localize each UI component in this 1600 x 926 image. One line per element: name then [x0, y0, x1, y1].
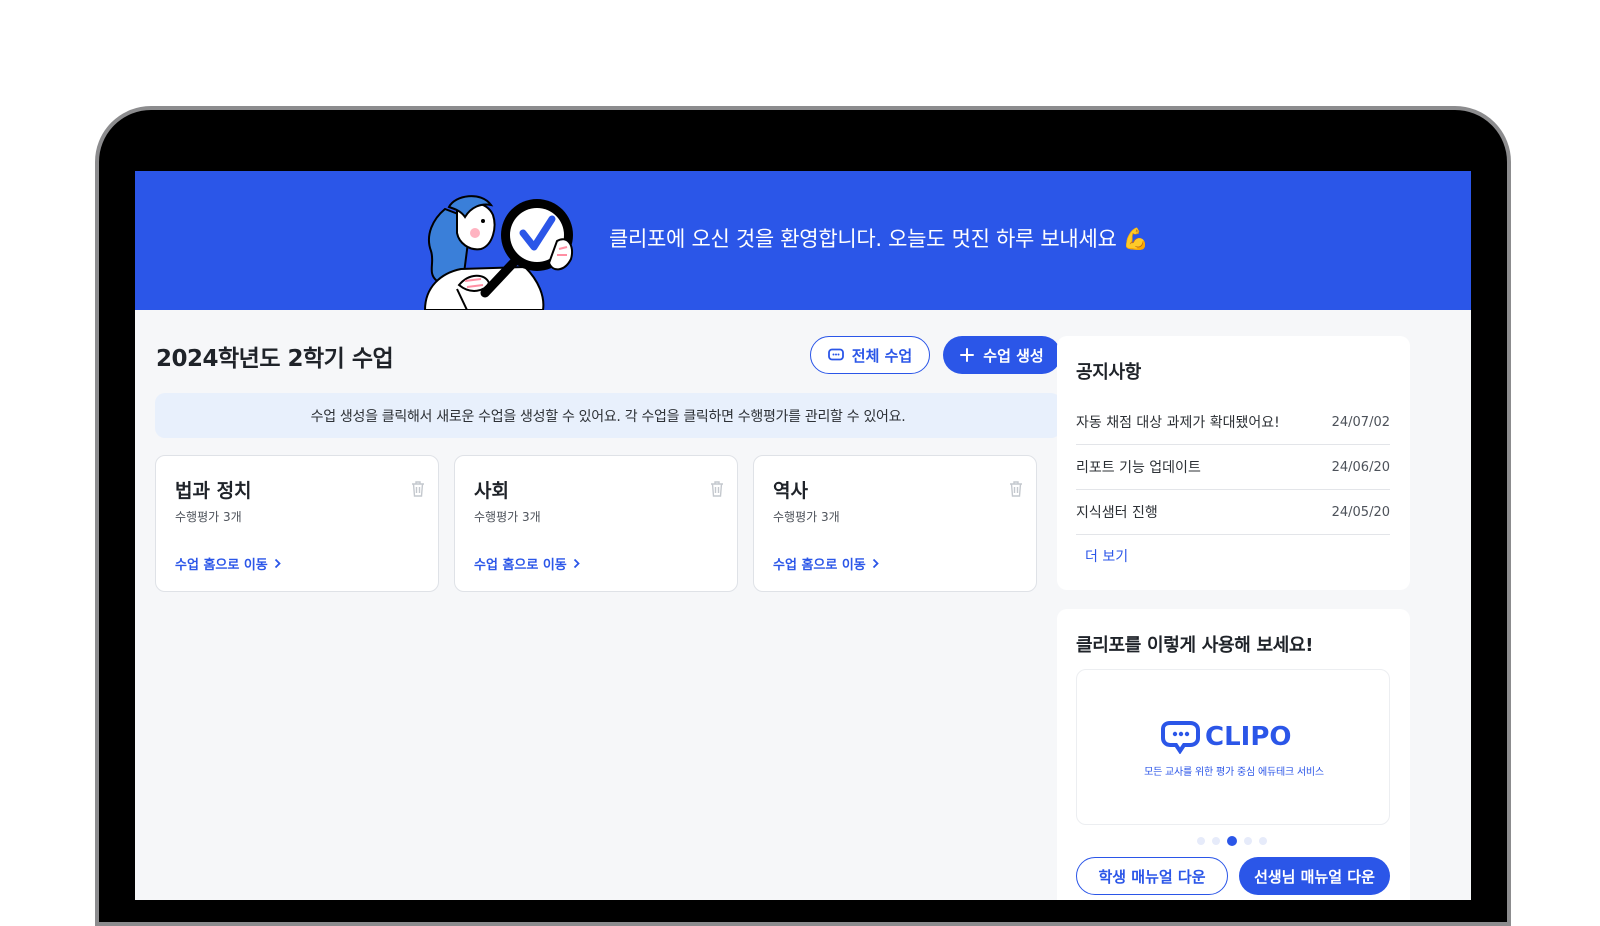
carousel-dot[interactable]	[1244, 837, 1252, 845]
class-card[interactable]: 사회 수행평가 3개 수업 홈으로 이동	[454, 455, 738, 592]
notice-text: 리포트 기능 업데이트	[1076, 460, 1201, 476]
class-card[interactable]: 법과 정치 수행평가 3개 수업 홈으로 이동	[155, 455, 439, 592]
class-home-link-label: 수업 홈으로 이동	[474, 558, 567, 573]
trash-icon[interactable]	[709, 480, 725, 498]
create-class-button[interactable]: 수업 생성	[943, 336, 1061, 374]
notice-date: 24/07/02	[1331, 414, 1390, 430]
welcome-banner: 클리포에 오신 것을 환영합니다. 오늘도 멋진 하루 보내세요 💪	[135, 171, 1471, 310]
chat-bubble-icon	[827, 348, 844, 361]
app-screen: 클리포에 오신 것을 환영합니다. 오늘도 멋진 하루 보내세요 💪 2024학년…	[135, 171, 1471, 900]
chevron-right-icon	[573, 558, 580, 569]
teacher-manual-label: 선생님 매뉴얼 다운	[1254, 867, 1375, 886]
illustration-girl-magnifier-icon	[423, 195, 573, 310]
carousel-dot-active[interactable]	[1227, 836, 1237, 846]
trash-icon[interactable]	[1008, 480, 1024, 498]
page-title: 2024학년도 2학기 수업	[156, 346, 394, 372]
class-assessment-count: 수행평가 3개	[773, 510, 840, 524]
welcome-text: 클리포에 오신 것을 환영합니다. 오늘도 멋진 하루 보내세요	[609, 227, 1117, 251]
student-manual-button[interactable]: 학생 매뉴얼 다운	[1076, 857, 1228, 895]
guide-panel: 클리포를 이렇게 사용해 보세요! CLIPO 모든 교사를 위한 평가 중심 …	[1057, 609, 1410, 900]
chevron-right-icon	[872, 558, 879, 569]
notice-text: 자동 채점 대상 과제가 확대됐어요!	[1076, 415, 1280, 431]
info-text: 수업 생성을 클릭해서 새로운 수업을 생성할 수 있어요. 각 수업을 클릭하…	[310, 408, 906, 425]
guide-carousel-slide[interactable]: CLIPO 모든 교사를 위한 평가 중심 에듀테크 서비스	[1076, 669, 1390, 825]
student-manual-label: 학생 매뉴얼 다운	[1098, 867, 1206, 886]
teacher-manual-button[interactable]: 선생님 매뉴얼 다운	[1239, 857, 1390, 895]
class-assessment-count: 수행평가 3개	[474, 510, 541, 524]
class-home-link[interactable]: 수업 홈으로 이동	[175, 554, 281, 573]
chevron-right-icon	[274, 558, 281, 569]
create-class-label: 수업 생성	[983, 346, 1044, 365]
class-title: 사회	[474, 480, 509, 502]
notice-more-link[interactable]: 더 보기	[1085, 546, 1128, 566]
welcome-message: 클리포에 오신 것을 환영합니다. 오늘도 멋진 하루 보내세요 💪	[609, 223, 1149, 253]
carousel-dot[interactable]	[1212, 837, 1220, 845]
class-title: 역사	[773, 480, 808, 502]
notice-item[interactable]: 지식샘터 진행 24/05/20	[1076, 490, 1390, 535]
clipo-tagline: 모든 교사를 위한 평가 중심 에듀테크 서비스	[1144, 767, 1324, 778]
notice-panel: 공지사항 자동 채점 대상 과제가 확대됐어요! 24/07/02 리포트 기능…	[1057, 336, 1410, 590]
carousel-dot[interactable]	[1197, 837, 1205, 845]
clipo-logo-text: CLIPO	[1205, 722, 1291, 752]
notice-title: 공지사항	[1076, 362, 1142, 383]
carousel-dots	[1197, 836, 1267, 846]
all-classes-button[interactable]: 전체 수업	[810, 336, 930, 374]
guide-title: 클리포를 이렇게 사용해 보세요!	[1076, 635, 1314, 656]
class-home-link-label: 수업 홈으로 이동	[773, 558, 866, 573]
trash-icon[interactable]	[410, 480, 426, 498]
plus-icon	[960, 348, 975, 362]
class-card[interactable]: 역사 수행평가 3개 수업 홈으로 이동	[753, 455, 1037, 592]
notice-item[interactable]: 자동 채점 대상 과제가 확대됐어요! 24/07/02	[1076, 400, 1390, 445]
class-title: 법과 정치	[175, 480, 252, 502]
carousel-dot[interactable]	[1259, 837, 1267, 845]
class-assessment-count: 수행평가 3개	[175, 510, 242, 524]
class-home-link-label: 수업 홈으로 이동	[175, 558, 268, 573]
clipo-logo-icon: CLIPO	[1161, 721, 1291, 754]
all-classes-label: 전체 수업	[851, 346, 913, 365]
notice-item[interactable]: 리포트 기능 업데이트 24/06/20	[1076, 445, 1390, 490]
class-home-link[interactable]: 수업 홈으로 이동	[474, 554, 580, 573]
notice-date: 24/05/20	[1331, 504, 1390, 520]
info-banner: 수업 생성을 클릭해서 새로운 수업을 생성할 수 있어요. 각 수업을 클릭하…	[155, 393, 1061, 438]
class-home-link[interactable]: 수업 홈으로 이동	[773, 554, 879, 573]
notice-text: 지식샘터 진행	[1076, 505, 1158, 521]
notice-date: 24/06/20	[1331, 459, 1390, 475]
flexed-biceps-icon: 💪	[1122, 227, 1149, 251]
